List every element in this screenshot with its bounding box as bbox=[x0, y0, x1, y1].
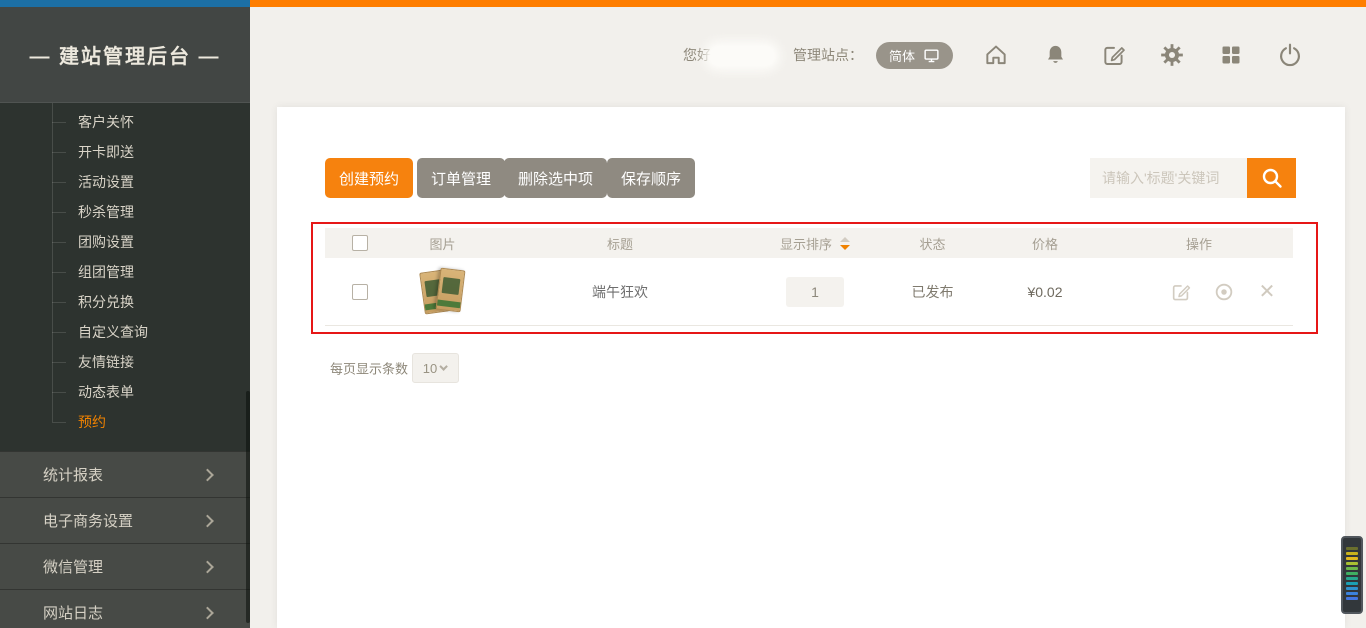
sidebar-item-activity-settings[interactable]: 活动设置 bbox=[0, 167, 250, 197]
sidebar-item-dynamic-form[interactable]: 动态表单 bbox=[0, 377, 250, 407]
sidebar-item-custom-query[interactable]: 自定义查询 bbox=[0, 317, 250, 347]
row-order-cell bbox=[750, 258, 880, 325]
chevron-right-icon bbox=[201, 560, 214, 573]
sidebar-sections: 统计报表 电子商务设置 微信管理 网站日志 bbox=[0, 451, 250, 628]
order-management-button[interactable]: 订单管理 bbox=[417, 158, 505, 198]
row-actions: ✕ bbox=[1105, 258, 1293, 325]
preview-eye-icon[interactable] bbox=[1213, 281, 1235, 303]
content-card: 创建预约 订单管理 删除选中项 保存顺序 图片 标题 显示排序 bbox=[277, 107, 1345, 628]
sidebar-item-card-gift[interactable]: 开卡即送 bbox=[0, 137, 250, 167]
sidebar-section-site-logs[interactable]: 网站日志 bbox=[0, 589, 250, 628]
row-title: 端午狂欢 bbox=[490, 258, 750, 325]
redacted-username bbox=[708, 45, 776, 67]
sidebar-section-wechat[interactable]: 微信管理 bbox=[0, 543, 250, 589]
header-checkbox-cell bbox=[325, 228, 395, 258]
sidebar-section-stats[interactable]: 统计报表 bbox=[0, 451, 250, 497]
sidebar-item-seckill[interactable]: 秒杀管理 bbox=[0, 197, 250, 227]
search-icon bbox=[1260, 166, 1284, 190]
admin-app: — 建站管理后台 — 客户关怀 开卡即送 活动设置 秒杀管理 团购设置 组团管理… bbox=[0, 0, 1366, 628]
topbar-blue-strip bbox=[0, 0, 250, 7]
app-logo: — 建站管理后台 — bbox=[0, 7, 250, 103]
row-image-cell bbox=[395, 258, 490, 325]
sidebar-scrollbar[interactable] bbox=[246, 391, 250, 623]
column-header-title: 标题 bbox=[490, 228, 750, 258]
sidebar-item-points-exchange[interactable]: 积分兑换 bbox=[0, 287, 250, 317]
monitor-icon bbox=[923, 47, 940, 64]
sidebar-item-customer-care[interactable]: 客户关怀 bbox=[0, 107, 250, 137]
table-header-row: 图片 标题 显示排序 状态 价格 操作 bbox=[325, 228, 1293, 258]
delete-selected-button[interactable]: 删除选中项 bbox=[504, 158, 607, 198]
top-header: 您好 管理站点： 简体 bbox=[250, 7, 1366, 107]
sort-control[interactable] bbox=[840, 237, 850, 250]
search-button[interactable] bbox=[1247, 158, 1296, 198]
edit-icon[interactable] bbox=[1100, 41, 1128, 69]
sort-desc-icon bbox=[840, 245, 850, 250]
chevron-down-icon bbox=[440, 362, 448, 370]
column-header-price: 价格 bbox=[985, 228, 1105, 258]
display-order-input[interactable] bbox=[786, 277, 844, 307]
product-thumbnail bbox=[420, 267, 466, 317]
page-size-dropdown[interactable]: 10 bbox=[412, 353, 459, 383]
grid-icon[interactable] bbox=[1217, 41, 1245, 69]
chevron-right-icon bbox=[201, 468, 214, 481]
greeting-text: 您好 bbox=[683, 45, 711, 65]
topbar-orange-strip bbox=[250, 0, 1366, 7]
chevron-right-icon bbox=[201, 606, 214, 619]
sidebar-item-team-manage[interactable]: 组团管理 bbox=[0, 257, 250, 287]
column-header-sort-order: 显示排序 bbox=[750, 228, 880, 258]
table-row: 端午狂欢 已发布 ¥0.02 bbox=[325, 258, 1293, 326]
bell-icon[interactable] bbox=[1041, 41, 1069, 69]
site-label: 管理站点： bbox=[793, 45, 863, 65]
sidebar-section-ecommerce[interactable]: 电子商务设置 bbox=[0, 497, 250, 543]
power-icon[interactable] bbox=[1276, 41, 1304, 69]
page-size-label: 每页显示条数 bbox=[330, 359, 408, 378]
gear-icon[interactable] bbox=[1158, 41, 1186, 69]
search-input[interactable] bbox=[1090, 158, 1247, 198]
sidebar-item-reservation[interactable]: 预约 bbox=[0, 407, 250, 437]
column-header-status: 状态 bbox=[880, 228, 985, 258]
chevron-right-icon bbox=[201, 514, 214, 527]
row-checkbox[interactable] bbox=[352, 284, 368, 300]
edit-row-icon[interactable] bbox=[1170, 281, 1192, 303]
sort-asc-icon bbox=[840, 237, 850, 242]
row-price: ¥0.02 bbox=[985, 258, 1105, 325]
home-icon[interactable] bbox=[982, 41, 1010, 69]
sidebar-item-groupbuy[interactable]: 团购设置 bbox=[0, 227, 250, 257]
column-header-actions: 操作 bbox=[1105, 228, 1293, 258]
row-checkbox-cell bbox=[325, 258, 395, 325]
select-all-checkbox[interactable] bbox=[352, 235, 368, 251]
row-status: 已发布 bbox=[880, 258, 985, 325]
column-header-image: 图片 bbox=[395, 228, 490, 258]
delete-row-icon[interactable]: ✕ bbox=[1256, 281, 1278, 303]
sidebar-item-friend-links[interactable]: 友情链接 bbox=[0, 347, 250, 377]
create-reservation-button[interactable]: 创建预约 bbox=[325, 158, 413, 198]
language-site-pill[interactable]: 简体 bbox=[876, 42, 953, 69]
side-widget-stripes[interactable] bbox=[1341, 536, 1363, 614]
sidebar-submenu: 客户关怀 开卡即送 活动设置 秒杀管理 团购设置 组团管理 积分兑换 自定义查询… bbox=[0, 103, 250, 451]
sidebar: — 建站管理后台 — 客户关怀 开卡即送 活动设置 秒杀管理 团购设置 组团管理… bbox=[0, 7, 250, 628]
save-order-button[interactable]: 保存顺序 bbox=[607, 158, 695, 198]
